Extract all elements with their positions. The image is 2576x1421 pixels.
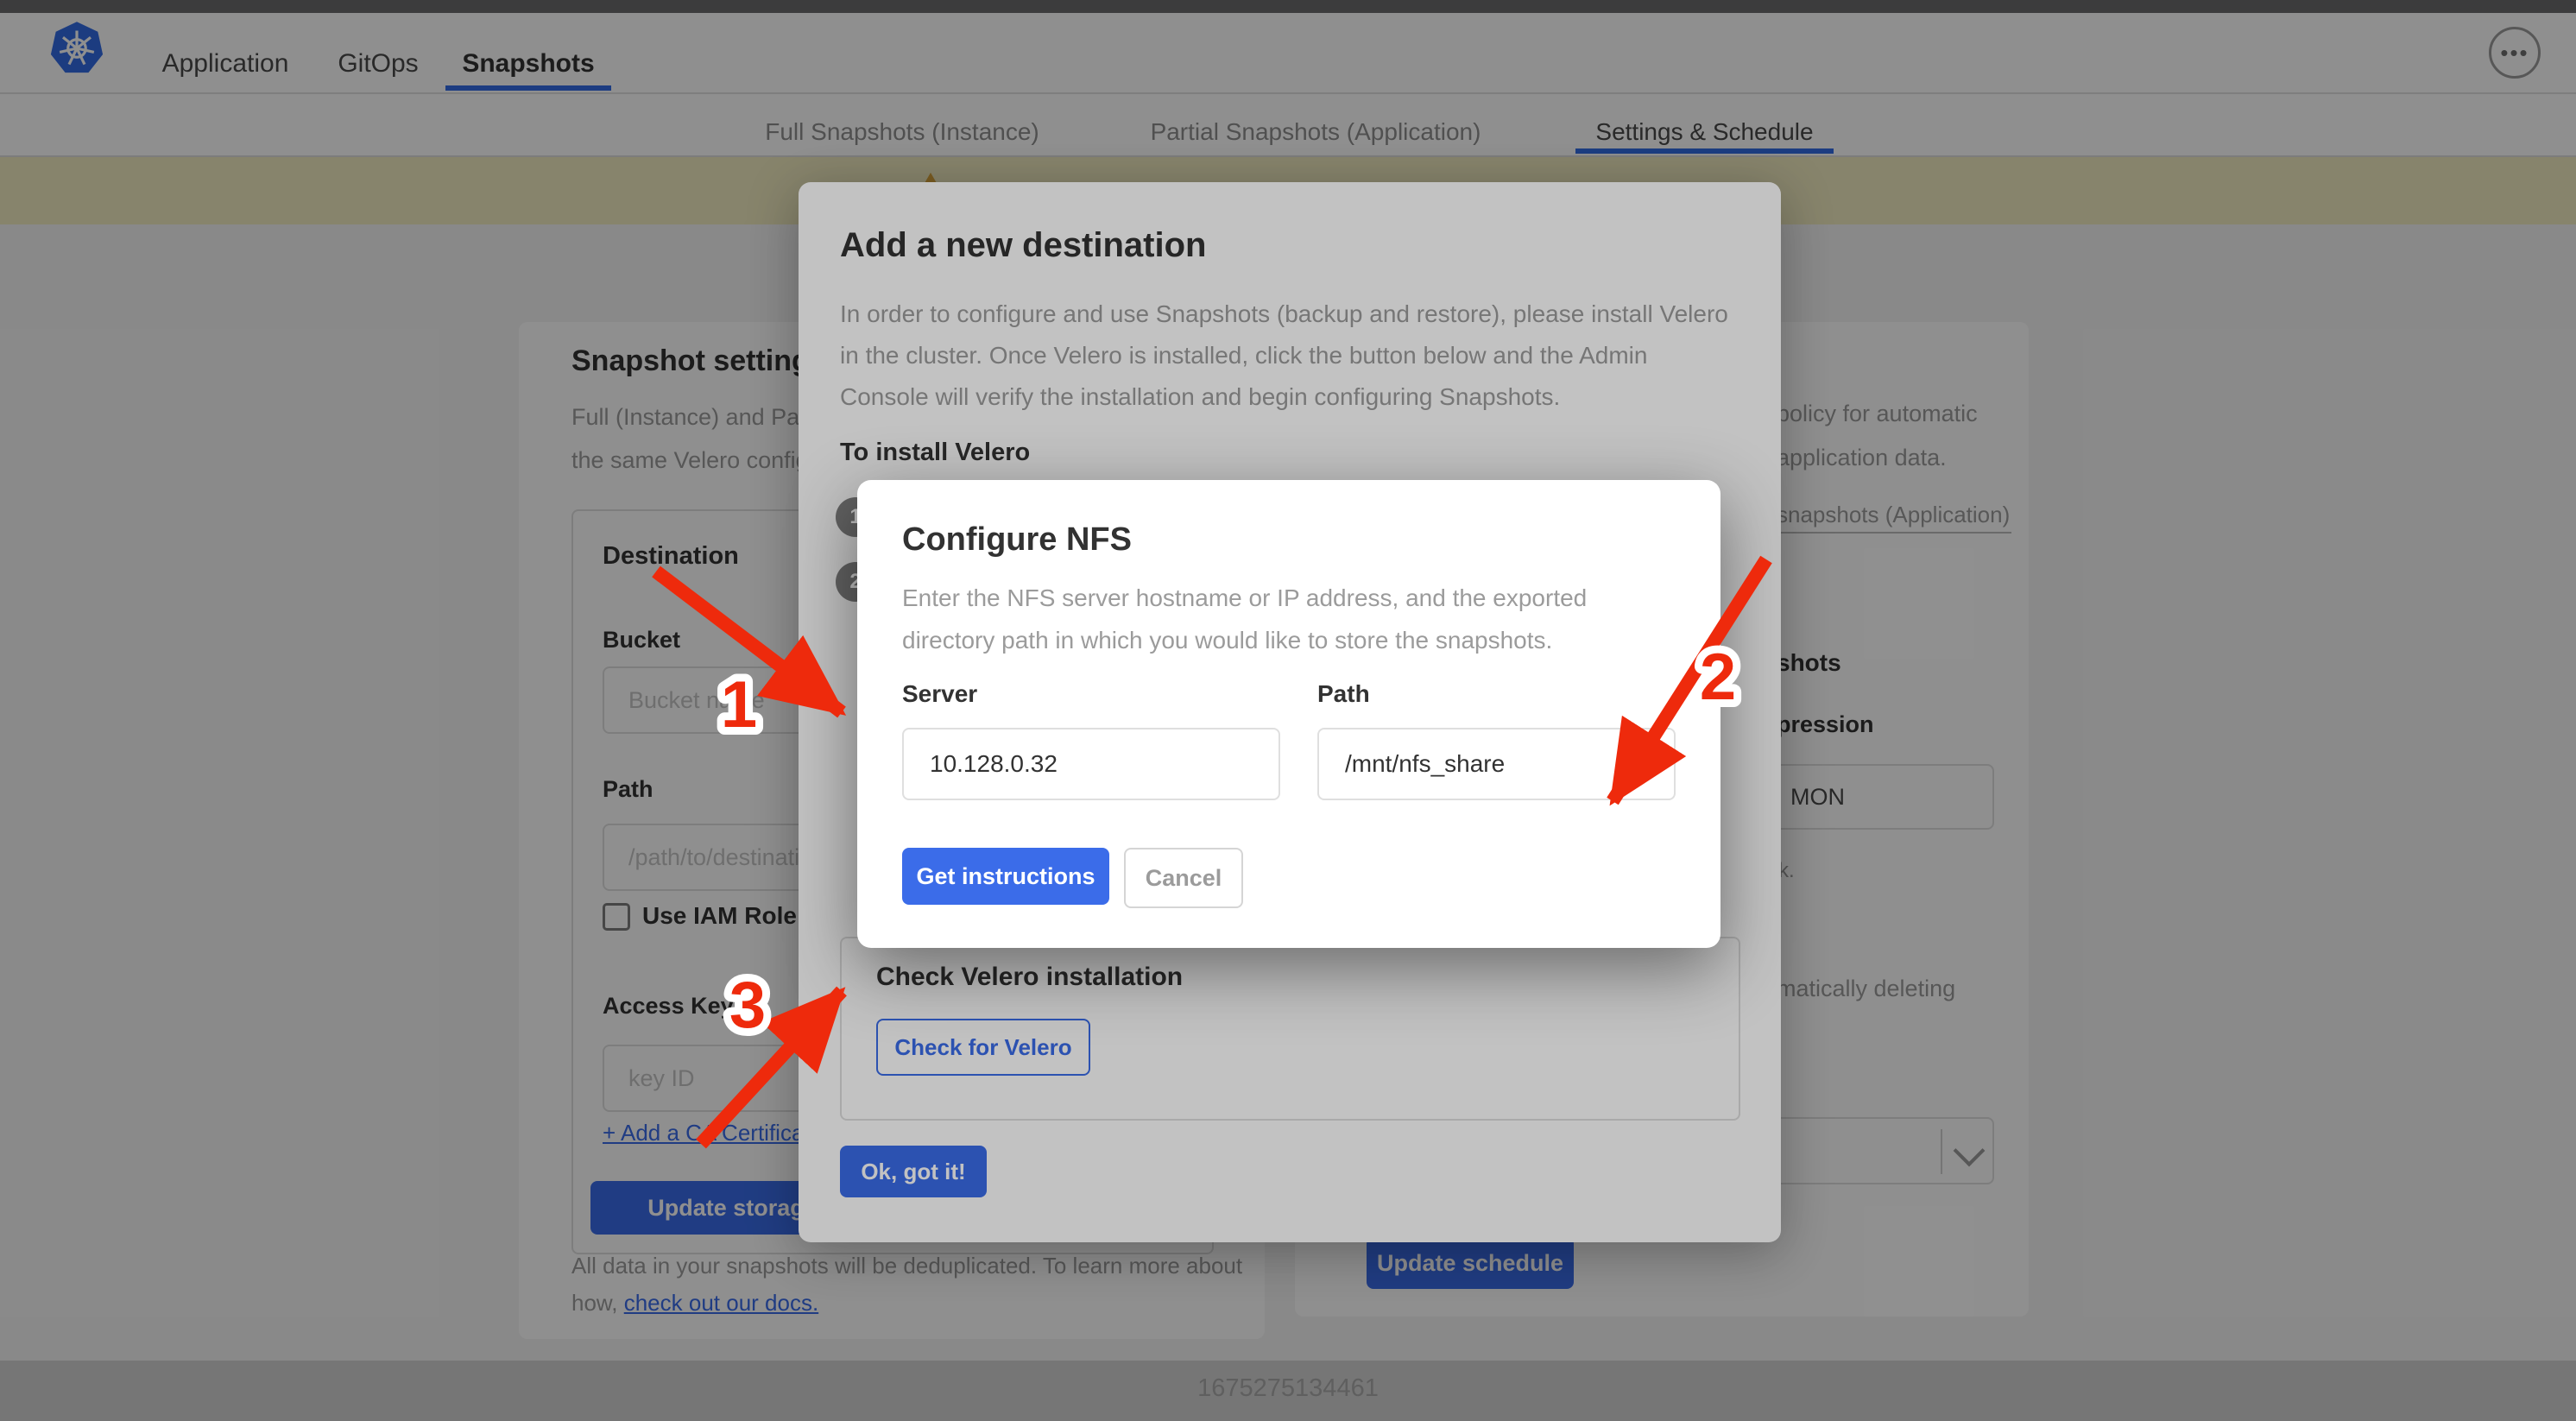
get-instructions-button[interactable]: Get instructions: [902, 848, 1109, 905]
nfs-path-input[interactable]: [1317, 728, 1676, 800]
server-label: Server: [902, 680, 977, 708]
path-label: Path: [1317, 680, 1370, 708]
configure-nfs-modal: Configure NFS Enter the NFS server hostn…: [857, 480, 1720, 948]
configure-nfs-body: Enter the NFS server hostname or IP addr…: [902, 577, 1679, 661]
nfs-server-input[interactable]: [902, 728, 1280, 800]
cancel-button[interactable]: Cancel: [1124, 848, 1243, 908]
configure-nfs-title: Configure NFS: [902, 521, 1132, 559]
